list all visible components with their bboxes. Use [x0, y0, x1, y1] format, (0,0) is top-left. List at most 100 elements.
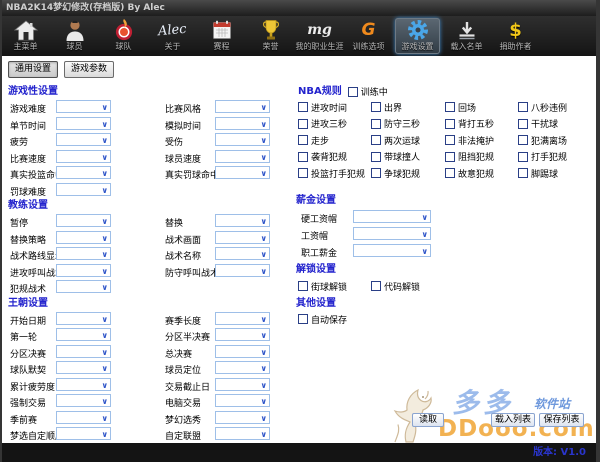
unlock-checkbox[interactable]: 代码解锁	[371, 280, 594, 293]
dropdown[interactable]: ∨	[215, 231, 270, 244]
rule-checkbox[interactable]: 出界	[371, 101, 445, 114]
dropdown[interactable]: ∨	[56, 247, 111, 260]
rule-checkbox[interactable]: 两次运球	[371, 134, 445, 147]
dropdown[interactable]: ∨	[56, 166, 111, 179]
toolbar-button-main-menu[interactable]: 主菜单	[3, 18, 48, 54]
checkbox-label: 走步	[311, 134, 329, 147]
chevron-down-icon: ∨	[102, 283, 109, 292]
save-list-button[interactable]: 保存列表	[539, 413, 584, 427]
toolbar-button-about[interactable]: Alec 关于	[150, 18, 195, 54]
dropdown[interactable]: ∨	[215, 117, 270, 130]
dropdown[interactable]: ∨	[56, 214, 111, 227]
dropdown[interactable]: ∨	[215, 427, 270, 440]
toolbar-button-game-settings[interactable]: 游戏设置	[395, 18, 440, 54]
dropdown[interactable]: ∨	[215, 378, 270, 391]
rule-checkbox[interactable]: 八秒违例	[518, 101, 594, 114]
checkbox-label: 脚踢球	[531, 167, 558, 180]
tab-game-params[interactable]: 游戏参数	[64, 61, 114, 78]
read-button[interactable]: 读取	[412, 413, 444, 427]
dropdown[interactable]: ∨	[56, 312, 111, 325]
other-checkbox[interactable]: 自动保存	[298, 313, 594, 326]
rule-checkbox[interactable]: 带球撞人	[371, 150, 445, 163]
dropdown[interactable]: ∨	[215, 312, 270, 325]
dropdown[interactable]: ∨	[215, 361, 270, 374]
team-logo-icon	[113, 18, 135, 42]
rule-checkbox[interactable]: 脚踢球	[518, 167, 594, 180]
dropdown[interactable]: ∨	[56, 361, 111, 374]
dropdown[interactable]: ∨	[215, 100, 270, 113]
version-label: 版本: V1.0	[533, 447, 586, 458]
dropdown[interactable]: ∨	[353, 227, 431, 240]
training-checkbox[interactable]: 训练中	[348, 85, 388, 98]
toolbar-button-training[interactable]: G 训练选项	[346, 18, 391, 54]
load-list-button[interactable]: 载入列表	[491, 413, 535, 427]
toolbar-button-schedule[interactable]: 赛程	[199, 18, 244, 54]
tab-general-settings[interactable]: 通用设置	[8, 61, 58, 78]
dropdown[interactable]: ∨	[56, 394, 111, 407]
rule-checkbox[interactable]: 阻挡犯规	[445, 150, 518, 163]
form-row: 梦选自定顺序 自定联盟 ∨ ∨	[8, 426, 292, 443]
dropdown[interactable]: ∨	[215, 247, 270, 260]
rule-checkbox[interactable]: 犯满离场	[518, 134, 594, 147]
checkbox-label: 袭背犯规	[311, 150, 347, 163]
chevron-down-icon: ∨	[261, 397, 268, 406]
dropdown[interactable]: ∨	[56, 100, 111, 113]
toolbar-button-players[interactable]: 球员	[52, 18, 97, 54]
rule-checkbox[interactable]: 袭背犯规	[298, 150, 371, 163]
dropdown[interactable]: ∨	[56, 411, 111, 424]
dropdown[interactable]: ∨	[56, 117, 111, 130]
dropdown[interactable]: ∨	[56, 345, 111, 358]
rule-checkbox[interactable]: 非法掩护	[445, 134, 518, 147]
dropdown[interactable]: ∨	[353, 244, 431, 257]
dropdown[interactable]: ∨	[215, 328, 270, 341]
rule-checkbox[interactable]: 进攻三秒	[298, 117, 371, 130]
field-label: 第一轮	[10, 330, 37, 343]
toolbar-button-load-roster[interactable]: 载入名单	[444, 18, 489, 54]
form-row: 战术路线显示 战术名称 ∨ ∨	[8, 246, 292, 263]
field-label: 梦幻选秀	[165, 413, 201, 426]
dropdown[interactable]: ∨	[215, 214, 270, 227]
dropdown[interactable]: ∨	[215, 394, 270, 407]
toolbar-button-honors[interactable]: 荣誉	[248, 18, 293, 54]
dropdown[interactable]: ∨	[56, 280, 111, 293]
dropdown[interactable]: ∨	[215, 166, 270, 179]
toolbar-button-label: 捐助作者	[500, 42, 532, 52]
toolbar-button-career[interactable]: mg 我的职业生涯	[297, 18, 342, 54]
dropdown[interactable]: ∨	[56, 150, 111, 163]
rule-checkbox[interactable]: 故意犯规	[445, 167, 518, 180]
dropdown[interactable]: ∨	[56, 264, 111, 277]
dropdown[interactable]: ∨	[215, 345, 270, 358]
rule-checkbox[interactable]: 进攻时间	[298, 101, 371, 114]
rule-checkbox[interactable]: 干扰球	[518, 117, 594, 130]
rule-checkbox[interactable]: 防守三秒	[371, 117, 445, 130]
checkbox-box	[298, 152, 308, 162]
titlebar[interactable]: NBA2K14梦幻修改(存档版) By Alec	[0, 0, 600, 16]
chevron-down-icon: ∨	[261, 430, 268, 439]
form-row: 强制交易 电脑交易 ∨ ∨	[8, 393, 292, 410]
rule-checkbox[interactable]: 走步	[298, 134, 371, 147]
dropdown[interactable]: ∨	[56, 183, 111, 196]
dropdown[interactable]: ∨	[215, 411, 270, 424]
dropdown[interactable]: ∨	[56, 378, 111, 391]
rule-checkbox[interactable]: 争球犯规	[371, 167, 445, 180]
rule-checkbox[interactable]: 背打五秒	[445, 117, 518, 130]
rule-checkbox[interactable]: 投篮打手犯规	[298, 167, 371, 180]
dropdown[interactable]: ∨	[215, 264, 270, 277]
unlock-checkbox[interactable]: 街球解锁	[298, 280, 371, 293]
toolbar-button-teams[interactable]: 球队	[101, 18, 146, 54]
dropdown[interactable]: ∨	[56, 427, 111, 440]
rule-checkbox[interactable]: 打手犯规	[518, 150, 594, 163]
rule-checkbox[interactable]: 回场	[445, 101, 518, 114]
dropdown[interactable]: ∨	[56, 328, 111, 341]
field-label: 电脑交易	[165, 396, 201, 409]
field-label: 替换策略	[10, 233, 46, 246]
dropdown[interactable]: ∨	[353, 210, 431, 223]
field-label: 防守呼叫战术	[165, 266, 219, 279]
chevron-down-icon: ∨	[422, 230, 429, 239]
dropdown[interactable]: ∨	[215, 133, 270, 146]
checkbox-label: 进攻三秒	[311, 117, 347, 130]
dropdown[interactable]: ∨	[215, 150, 270, 163]
toolbar-button-donate[interactable]: $ 捐助作者	[493, 18, 538, 54]
dropdown[interactable]: ∨	[56, 231, 111, 244]
dropdown[interactable]: ∨	[56, 133, 111, 146]
